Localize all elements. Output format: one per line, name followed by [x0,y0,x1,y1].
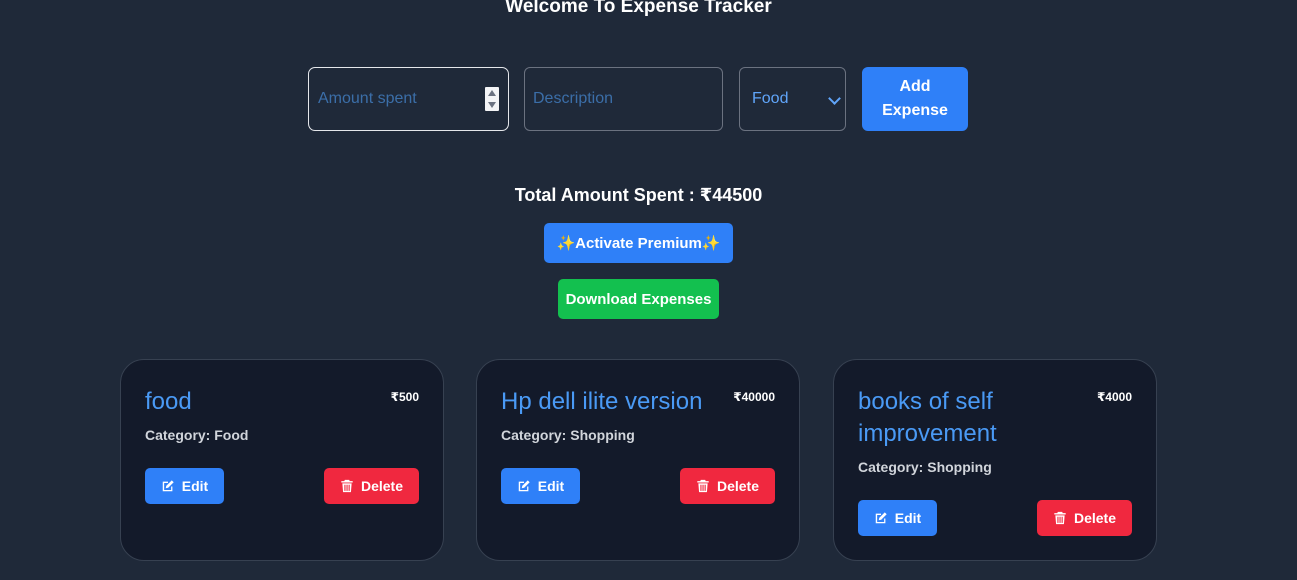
description-input[interactable]: Description [524,67,723,131]
expense-title: food [145,388,192,415]
description-placeholder: Description [533,90,614,107]
delete-label: Delete [1073,510,1117,526]
trash-icon [697,479,709,493]
expense-card: food ₹500 Category: Food Edit Delete [120,359,444,561]
edit-icon [875,512,887,524]
category-selected-value: Food [752,90,789,107]
expense-category: Category: Shopping [501,427,635,443]
expense-category: Category: Food [145,427,249,443]
trash-icon [341,479,353,493]
category-select[interactable]: Food [739,67,846,131]
add-expense-label-line2: Expense [882,102,948,119]
delete-button[interactable]: Delete [680,468,775,504]
expense-title: Hp dell ilite version [501,388,703,415]
amount-input[interactable]: Amount spent [308,67,509,131]
spinner-up-icon[interactable] [488,90,496,96]
download-label: Download Expenses [565,290,712,308]
expense-category: Category: Shopping [858,459,992,475]
edit-icon [518,480,530,492]
amount-placeholder: Amount spent [318,90,417,107]
expense-amount: ₹40000 [733,390,775,404]
delete-label: Delete [716,478,760,494]
delete-button[interactable]: Delete [324,468,419,504]
activate-premium-button[interactable]: ✨ Activate Premium ✨ [544,223,733,263]
edit-label: Edit [181,478,209,494]
expense-amount: ₹500 [390,390,419,404]
sparkle-icon: ✨ [701,235,721,252]
edit-label: Edit [537,478,565,494]
add-expense-button[interactable]: Add Expense [862,67,968,131]
expense-amount: ₹4000 [1096,390,1132,404]
page-title: Welcome To Expense Tracker [505,0,772,17]
expense-card: books of self improvement ₹4000 Category… [833,359,1157,561]
delete-button[interactable]: Delete [1037,500,1132,536]
total-amount: Total Amount Spent : ₹44500 [514,185,763,205]
expense-title: books of self improvement [858,388,997,447]
edit-label: Edit [894,510,922,526]
expense-tracker-page: Welcome To Expense Tracker Amount spent … [0,0,1297,580]
spinner-down-icon[interactable] [488,102,496,108]
chevron-down-icon [828,92,841,105]
add-expense-label-line1: Add [899,78,931,95]
edit-button[interactable]: Edit [145,468,224,504]
premium-label: Activate Premium [575,234,702,252]
edit-button[interactable]: Edit [501,468,580,504]
edit-button[interactable]: Edit [858,500,937,536]
trash-icon [1054,511,1066,525]
expense-card: Hp dell ilite version ₹40000 Category: S… [476,359,800,561]
number-spinner-icon[interactable] [485,87,499,111]
delete-label: Delete [360,478,404,494]
download-expenses-button[interactable]: Download Expenses [558,279,719,319]
edit-icon [162,480,174,492]
sparkle-icon: ✨ [556,235,576,252]
